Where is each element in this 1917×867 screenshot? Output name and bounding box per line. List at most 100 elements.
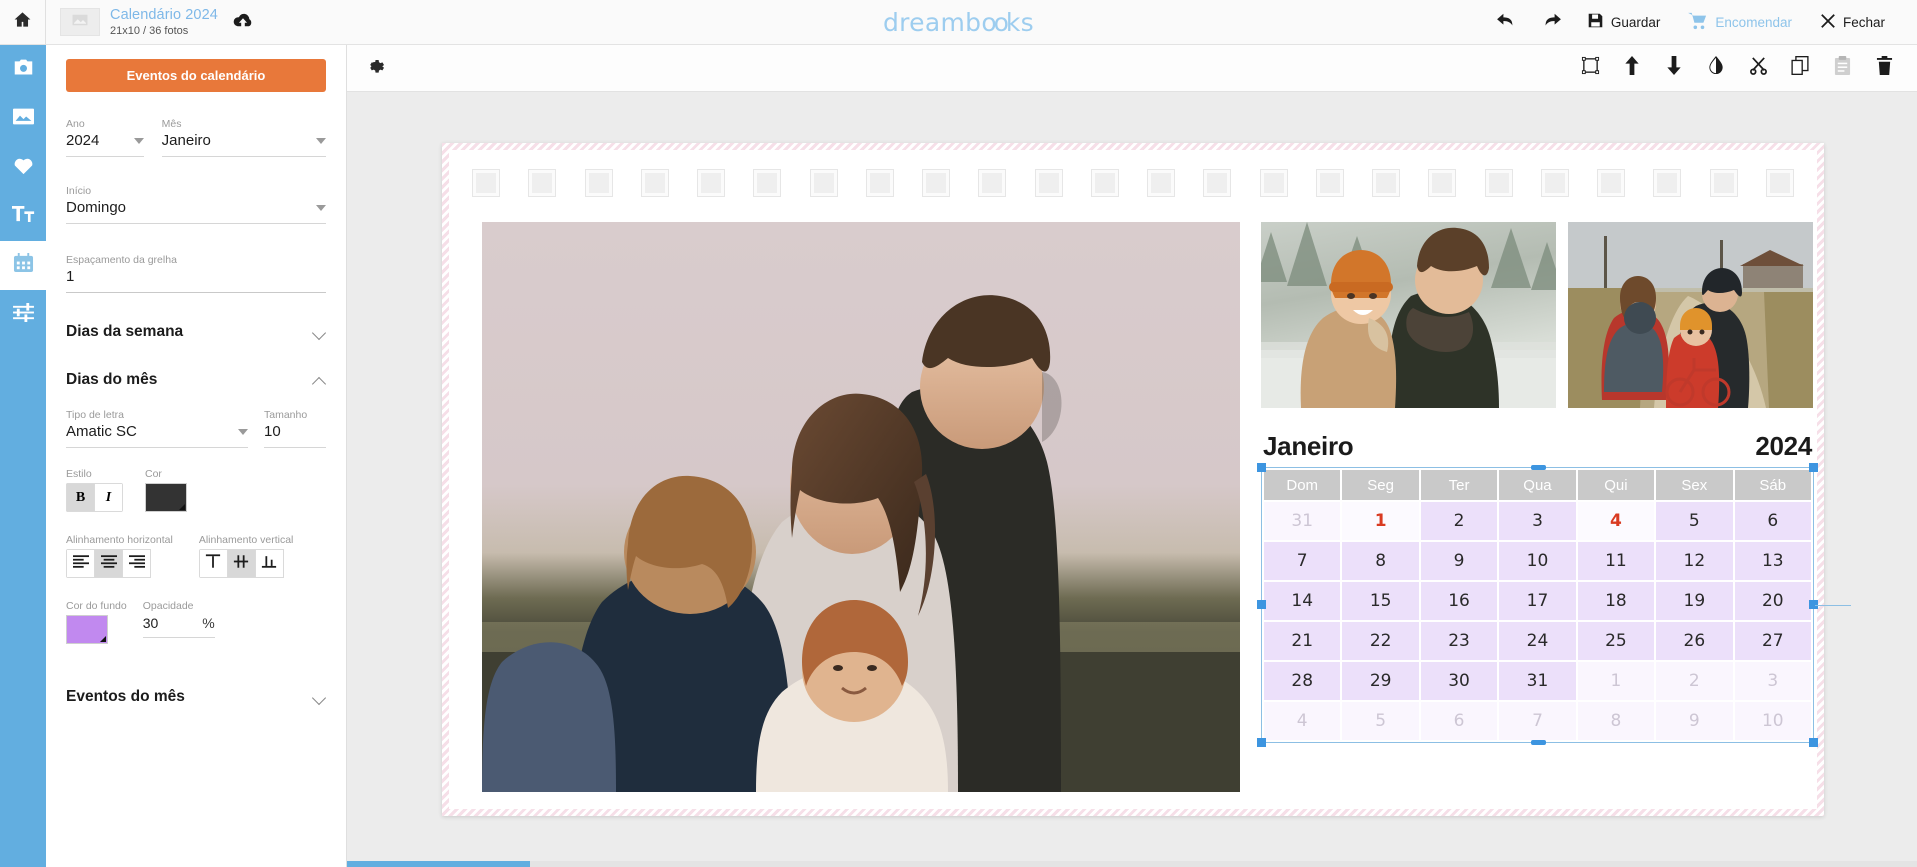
- day-cell[interactable]: 6: [1735, 502, 1811, 540]
- day-cell[interactable]: 8: [1342, 542, 1418, 580]
- undo-button[interactable]: [1485, 0, 1529, 45]
- resize-handle-top-left[interactable]: [1257, 463, 1266, 472]
- opacity-input[interactable]: Opacidade 30 %: [143, 600, 215, 638]
- rail-item-photos[interactable]: [0, 45, 46, 94]
- filmstrip-cell[interactable]: [1261, 170, 1287, 196]
- day-cell[interactable]: 30: [1421, 662, 1497, 700]
- filmstrip-cell[interactable]: [979, 170, 1005, 196]
- canvas-area[interactable]: Janeiro 2024 Dom Seg Ter Qua Qu: [347, 92, 1917, 867]
- filmstrip-cell[interactable]: [867, 170, 893, 196]
- italic-button[interactable]: I: [94, 483, 123, 512]
- bottom-scrollbar-track[interactable]: [347, 861, 1917, 867]
- day-cell[interactable]: 4: [1578, 502, 1654, 540]
- move-backward-button[interactable]: [1661, 55, 1687, 81]
- align-bottom-button[interactable]: [255, 549, 284, 578]
- photo-top-right-1[interactable]: [1261, 222, 1556, 408]
- day-cell[interactable]: 25: [1578, 622, 1654, 660]
- close-button[interactable]: Fechar: [1806, 0, 1899, 45]
- day-cell[interactable]: 3: [1735, 662, 1811, 700]
- align-right-button[interactable]: [122, 549, 151, 578]
- resize-handle-bottom-left[interactable]: [1257, 738, 1266, 747]
- rail-item-calendar[interactable]: [0, 241, 46, 290]
- adjust-button[interactable]: [1703, 55, 1729, 81]
- filmstrip-cell[interactable]: [1598, 170, 1624, 196]
- day-cell[interactable]: 6: [1421, 702, 1497, 740]
- paste-button[interactable]: [1829, 55, 1855, 81]
- filmstrip-cell[interactable]: [1767, 170, 1793, 196]
- page-settings-button[interactable]: [347, 56, 384, 80]
- filmstrip-cell[interactable]: [1092, 170, 1118, 196]
- day-cell[interactable]: 7: [1499, 702, 1575, 740]
- year-select[interactable]: Ano 2024: [66, 118, 144, 157]
- day-cell[interactable]: 2: [1656, 662, 1732, 700]
- resize-handle-bottom-middle[interactable]: [1531, 740, 1546, 745]
- day-cell[interactable]: 4: [1264, 702, 1340, 740]
- rail-item-text[interactable]: [0, 192, 46, 241]
- day-cell[interactable]: 10: [1735, 702, 1811, 740]
- resize-handle-bottom-right[interactable]: [1809, 738, 1818, 747]
- move-forward-button[interactable]: [1619, 55, 1645, 81]
- filmstrip-cell[interactable]: [1148, 170, 1174, 196]
- day-cell[interactable]: 2: [1421, 502, 1497, 540]
- grid-spacing-input[interactable]: Espaçamento da grelha 1: [66, 254, 326, 293]
- day-cell[interactable]: 19: [1656, 582, 1732, 620]
- filmstrip-cell[interactable]: [1204, 170, 1230, 196]
- day-cell[interactable]: 5: [1656, 502, 1732, 540]
- day-cell[interactable]: 31: [1499, 662, 1575, 700]
- align-left-button[interactable]: [66, 549, 95, 578]
- order-button[interactable]: Encomendar: [1674, 0, 1806, 45]
- align-top-button[interactable]: [199, 549, 228, 578]
- filmstrip-cell[interactable]: [473, 170, 499, 196]
- align-middle-button[interactable]: [227, 549, 256, 578]
- cloud-upload-button[interactable]: [232, 11, 254, 34]
- calendar-events-button[interactable]: Eventos do calendário: [66, 59, 326, 92]
- filmstrip-cell[interactable]: [923, 170, 949, 196]
- day-cell[interactable]: 31: [1264, 502, 1340, 540]
- day-cell[interactable]: 26: [1656, 622, 1732, 660]
- project-title[interactable]: Calendário 2024: [110, 7, 218, 24]
- rail-item-backgrounds[interactable]: [0, 94, 46, 143]
- day-cell[interactable]: 1: [1342, 502, 1418, 540]
- day-cell[interactable]: 15: [1342, 582, 1418, 620]
- transform-tool-button[interactable]: [1577, 55, 1603, 81]
- bottom-scrollbar-thumb[interactable]: [347, 861, 530, 867]
- font-size-input[interactable]: Tamanho 10: [264, 409, 326, 448]
- copy-button[interactable]: [1787, 55, 1813, 81]
- day-cell[interactable]: 8: [1578, 702, 1654, 740]
- filmstrip-cell[interactable]: [754, 170, 780, 196]
- day-cell[interactable]: 10: [1499, 542, 1575, 580]
- day-cell[interactable]: 13: [1735, 542, 1811, 580]
- calendar-grid-container[interactable]: Dom Seg Ter Qua Qui Sex Sáb: [1261, 467, 1814, 743]
- filmstrip-cell[interactable]: [811, 170, 837, 196]
- filmstrip-cell[interactable]: [1711, 170, 1737, 196]
- filmstrip-cell[interactable]: [1654, 170, 1680, 196]
- photo-top-right-2[interactable]: [1568, 222, 1813, 408]
- day-cell[interactable]: 7: [1264, 542, 1340, 580]
- filmstrip-cell[interactable]: [529, 170, 555, 196]
- day-cell[interactable]: 22: [1342, 622, 1418, 660]
- cut-button[interactable]: [1745, 55, 1771, 81]
- home-button[interactable]: [0, 0, 46, 45]
- filmstrip-cell[interactable]: [1486, 170, 1512, 196]
- resize-handle-left-middle[interactable]: [1257, 600, 1266, 609]
- calendar-widget[interactable]: Janeiro 2024 Dom Seg Ter Qua Qu: [1261, 431, 1814, 743]
- day-cell[interactable]: 23: [1421, 622, 1497, 660]
- day-cell[interactable]: 21: [1264, 622, 1340, 660]
- calendar-month-title[interactable]: Janeiro: [1263, 431, 1353, 462]
- filmstrip-cell[interactable]: [1373, 170, 1399, 196]
- delete-button[interactable]: [1871, 55, 1897, 81]
- monthevents-section-header[interactable]: Eventos do mês: [66, 688, 326, 706]
- month-select[interactable]: Mês Janeiro: [162, 118, 326, 157]
- day-cell[interactable]: 3: [1499, 502, 1575, 540]
- background-color-swatch[interactable]: [66, 615, 108, 644]
- day-cell[interactable]: 27: [1735, 622, 1811, 660]
- day-cell[interactable]: 18: [1578, 582, 1654, 620]
- day-cell[interactable]: 17: [1499, 582, 1575, 620]
- filmstrip-cell[interactable]: [586, 170, 612, 196]
- page-spread[interactable]: Janeiro 2024 Dom Seg Ter Qua Qu: [449, 150, 1817, 809]
- day-cell[interactable]: 16: [1421, 582, 1497, 620]
- photo-main[interactable]: [482, 222, 1240, 792]
- day-cell[interactable]: 29: [1342, 662, 1418, 700]
- day-cell[interactable]: 11: [1578, 542, 1654, 580]
- day-cell[interactable]: 12: [1656, 542, 1732, 580]
